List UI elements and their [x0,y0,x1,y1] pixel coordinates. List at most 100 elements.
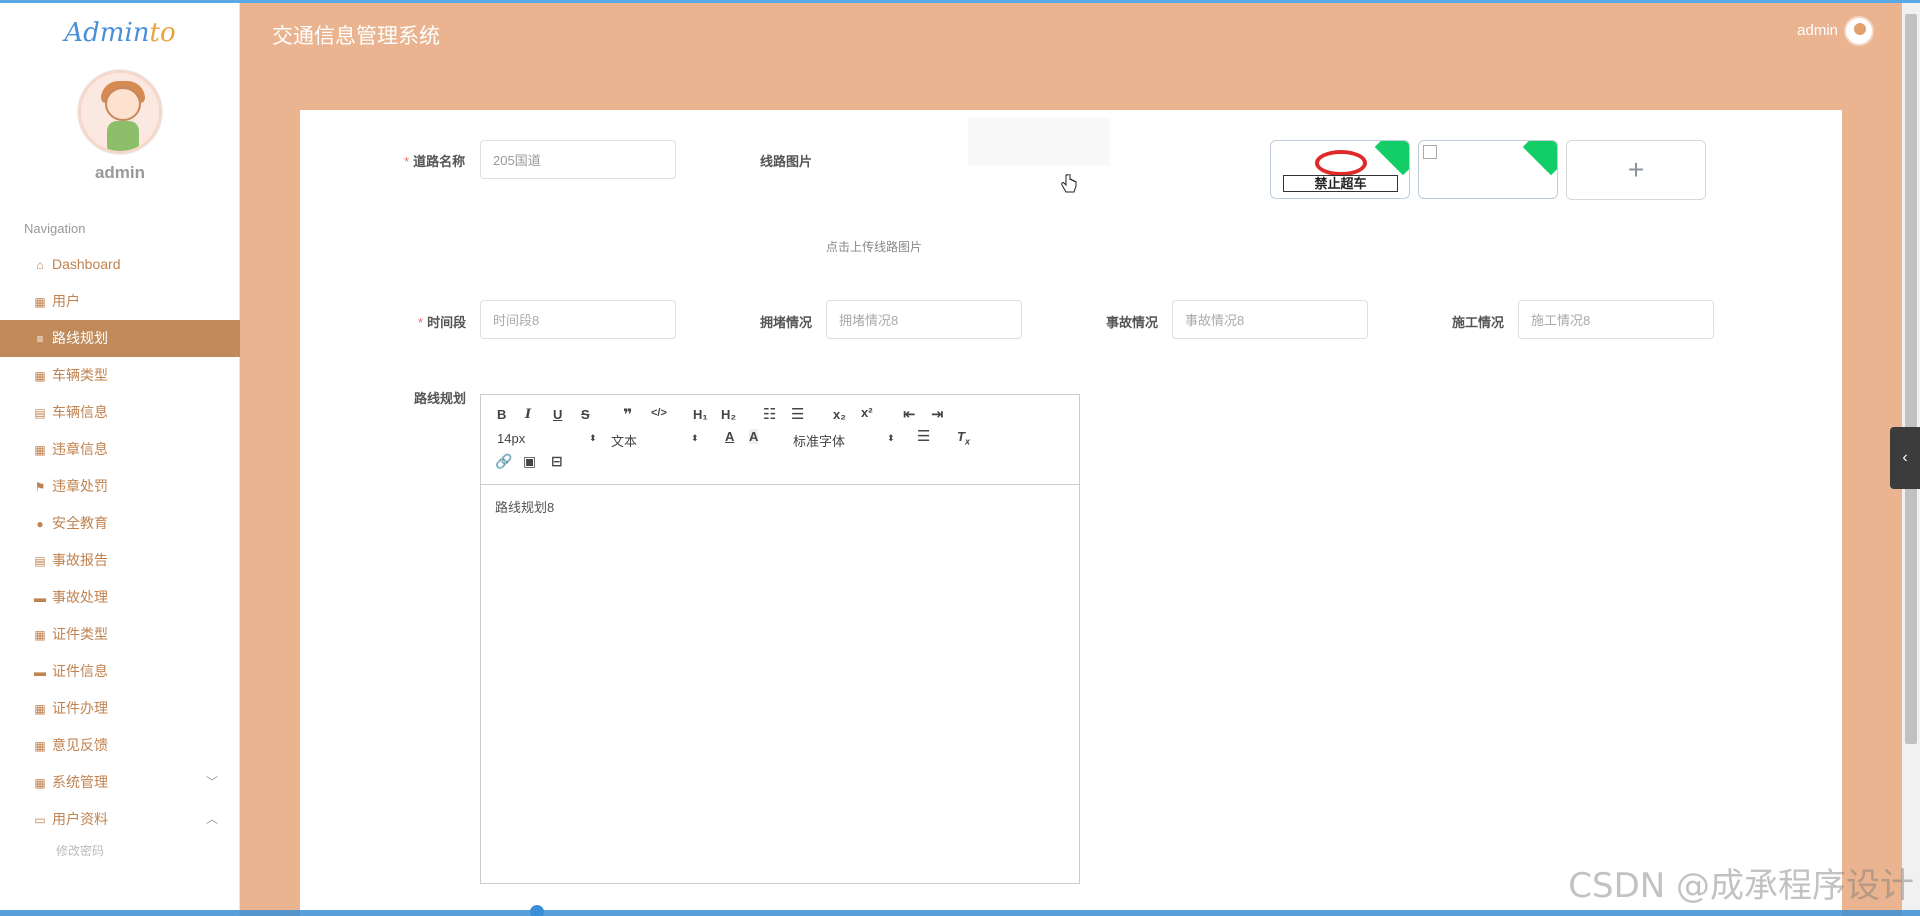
congestion-input[interactable]: 拥堵情况8 [826,300,1022,339]
clear-format-button[interactable]: Tx [957,429,970,447]
brand-main: Admin [64,18,150,48]
congestion-label: 拥堵情况 [760,315,813,330]
chevron-left-icon[interactable]: ‹ [1890,427,1920,489]
top-accent-bar [0,0,1920,3]
font-size-select[interactable]: 14px ⬍ [497,431,597,446]
header-username[interactable]: admin [1797,22,1838,39]
construction-label: 施工情况 [1452,315,1505,330]
broken-image-icon [1423,145,1437,159]
sidebar-item-dashboard[interactable]: ⌂ Dashboard [0,246,240,283]
sidebar-item-accident-report[interactable]: ▤ 事故报告 [0,542,240,579]
rich-text-editor[interactable]: B I U S ❞ </> H₁ H₂ ☷ ☰ x₂ x² ⇤ ⇥ 14px ⬍ … [480,394,1080,884]
hand-cursor-icon [1061,174,1077,193]
header-2-button[interactable]: H₂ [721,407,736,422]
bold-button[interactable]: B [497,407,506,422]
pin-icon: ● [36,516,44,531]
header-1-button[interactable]: H₁ [693,407,708,422]
ticket-icon: ▬ [34,590,46,605]
accident-label: 事故情况 [1106,315,1159,330]
flag-icon: ⚑ [34,479,46,494]
sidebar-item-vehicle-info[interactable]: ▤ 车辆信息 [0,394,240,431]
grid-icon: ▦ [34,701,46,716]
grid-icon: ▦ [34,294,46,309]
sidebar-item-violation-info[interactable]: ▦ 违章信息 [0,431,240,468]
sidebar-item-license-type[interactable]: ▦ 证件类型 [0,616,240,653]
editor-toolbar: B I U S ❞ </> H₁ H₂ ☷ ☰ x₂ x² ⇤ ⇥ 14px ⬍ … [481,395,1079,485]
sidebar-item-accident-handling[interactable]: ▬ 事故处理 [0,579,240,616]
brand-logo[interactable]: Adminto [0,18,240,48]
font-family-select[interactable]: 标准字体 ⬍ [793,431,895,450]
road-name-label: * 道路名称 [404,154,466,169]
road-name-input[interactable]: 205国道 [480,140,676,179]
time-input[interactable]: 时间段8 [480,300,676,339]
route-image-thumb-1[interactable]: 禁止超车 [1270,140,1410,199]
text-color-button[interactable]: A [725,429,734,444]
superscript-button[interactable]: x² [861,405,873,420]
image-icon[interactable]: ▣ [523,453,536,470]
brand-accent: to [149,18,176,48]
code-block-button[interactable]: </> [651,407,667,419]
route-plan-label: 路线规划 [414,391,467,406]
sidebar-item-violation-penalty[interactable]: ⚑ 违章处罚 [0,468,240,505]
indent-button[interactable]: ⇥ [931,405,944,423]
accident-input[interactable]: 事故情况8 [1172,300,1368,339]
list-icon: ≡ [36,331,44,346]
background-color-button[interactable]: A [749,429,759,444]
grid-icon: ▦ [34,738,46,753]
scroll-knob[interactable] [530,905,544,916]
route-image-thumb-2[interactable] [1418,140,1558,199]
avatar[interactable] [78,70,162,154]
ordered-list-button[interactable]: ☷ [763,405,776,423]
grid-icon: ▦ [34,442,46,457]
block-type-select[interactable]: 文本 ⬍ [611,431,699,450]
italic-button[interactable]: I [525,407,531,422]
home-icon: ⌂ [36,257,44,272]
horizontal-scrollbar[interactable] [0,910,1920,916]
select-arrows-icon: ⬍ [887,433,895,443]
upload-success-marker [1522,141,1557,176]
sidebar-item-license-info[interactable]: ▬ 证件信息 [0,653,240,690]
sidebar-username: admin [94,163,146,182]
sidebar-item-vehicle-type[interactable]: ▦ 车辆类型 [0,357,240,394]
chevron-up-icon: ︿ [205,812,218,826]
sidebar-item-license-handling[interactable]: ▦ 证件办理 [0,690,240,727]
card-icon: ▭ [34,812,46,827]
clipboard-icon: ▤ [34,553,46,568]
sidebar-subitem-change-password[interactable]: 修改密码 [0,838,240,858]
underline-button[interactable]: U [553,407,562,422]
bullet-list-button[interactable]: ☰ [791,405,804,423]
upload-hint: 点击上传线路图片 [826,240,923,254]
video-icon[interactable]: ⊟ [551,453,563,470]
link-icon[interactable]: 🔗 [495,453,512,470]
required-mark: * [404,154,410,169]
scrollbar-thumb[interactable] [1905,14,1917,744]
sidebar-item-users[interactable]: ▦ 用户 [0,283,240,320]
blockquote-button[interactable]: ❞ [623,405,632,425]
align-button[interactable]: ☰ [917,427,930,445]
editor-content[interactable]: 路线规划8 [481,485,1079,528]
watermark: CSDN @成承程序设计 [1568,866,1914,906]
sidebar-item-user-profile[interactable]: ▭ 用户资料 ︿ [0,801,240,838]
no-overtaking-sign-image: 禁止超车 [1283,149,1398,192]
strike-button[interactable]: S [581,407,590,422]
construction-input[interactable]: 施工情况8 [1518,300,1714,339]
grid-icon: ▦ [34,775,46,790]
route-image-label: 线路图片 [760,154,813,169]
grid-icon: ▦ [34,368,46,383]
chevron-down-icon: ﹀ [205,775,218,789]
select-arrows-icon: ⬍ [691,433,699,443]
required-mark: * [418,315,424,330]
outdent-button[interactable]: ⇤ [903,405,916,423]
header-avatar[interactable] [1844,16,1874,46]
upload-add-button[interactable]: + [1566,140,1706,200]
sidebar-item-safety-education[interactable]: ● 安全教育 [0,505,240,542]
select-arrows-icon: ⬍ [589,433,597,443]
subscript-button[interactable]: x₂ [833,407,846,422]
grid-icon: ▦ [34,627,46,642]
sidebar-item-feedback[interactable]: ▦ 意见反馈 [0,727,240,764]
sidebar-item-system-management[interactable]: ▦ 系统管理 ﹀ [0,764,240,801]
sidebar-item-route-plan[interactable]: ≡ 路线规划 [0,320,240,357]
drag-ghost [968,118,1110,166]
time-label: * 时间段 [418,315,467,330]
clipboard-icon: ▤ [34,405,46,420]
